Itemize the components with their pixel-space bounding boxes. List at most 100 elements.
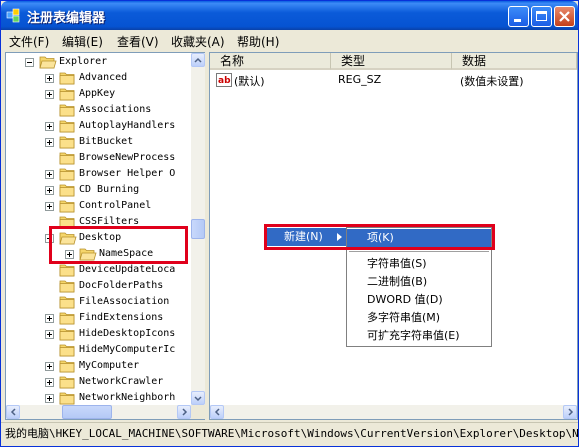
expand-icon[interactable] [45,314,54,323]
scroll-left-button[interactable] [6,405,20,419]
expand-icon[interactable] [45,122,54,131]
tree-item-label: BitBucket [79,136,134,147]
chevron-up-icon [194,57,202,63]
folder-icon [59,135,77,149]
menu-edit[interactable]: 编辑(E) [62,33,103,50]
expand-icon[interactable] [45,170,54,179]
folder-icon [59,359,77,373]
tree-item-label: Advanced [79,72,128,83]
tree-item[interactable]: DocFolderPaths [6,278,191,294]
tree-item-label: FileAssociation [79,296,170,307]
minimize-button[interactable] [508,6,529,27]
tree-item-label: AppKey [79,88,116,99]
column-name-header[interactable]: 名称 [210,53,331,70]
expand-icon[interactable] [45,74,54,83]
tree-item[interactable]: HideMyComputerIc [6,342,191,358]
tree-vertical-scrollbar[interactable] [191,53,205,405]
folder-icon [59,199,77,213]
menu-file[interactable]: 文件(F) [9,33,49,50]
expand-icon[interactable] [45,362,54,371]
window-title: 注册表编辑器 [27,11,106,26]
expand-icon[interactable] [45,394,54,403]
expand-icon[interactable] [45,202,54,211]
tree-item[interactable]: MyComputer [6,358,191,374]
tree-item[interactable]: HideDesktopIcons [6,326,191,342]
tree-item-label: FindExtensions [79,312,164,323]
submenu-string-value[interactable]: 字符串值(S) [347,255,427,273]
tree-horizontal-scrollbar[interactable] [6,405,191,419]
list-scroll-right-button[interactable] [563,405,577,419]
tree-item-label: Browser Helper O [79,168,176,179]
tree-scroll-thumb[interactable] [191,219,205,239]
folder-icon [59,263,77,277]
tree-hscroll-thumb[interactable] [62,405,112,419]
folder-icon [39,55,57,69]
folder-icon [59,375,77,389]
menu-help[interactable]: 帮助(H) [237,33,279,50]
highlight-box-menu [264,224,495,250]
maximize-button[interactable] [531,6,552,27]
tree-item[interactable]: FindExtensions [6,310,191,326]
tree-item[interactable]: DeviceUpdateLoca [6,262,191,278]
tree-item-label: BrowseNewProcess [79,152,176,163]
value-name[interactable]: (默认) [234,73,265,89]
tree-item[interactable]: NetworkNeighborh [6,390,191,406]
tree-item-label: Explorer [59,56,108,67]
tree-item[interactable]: AppKey [6,86,191,102]
expand-icon[interactable] [45,90,54,99]
folder-icon [59,327,77,341]
folder-icon [59,119,77,133]
folder-icon [59,151,77,165]
submenu-binary-value[interactable]: 二进制值(B) [347,273,427,291]
title-bar[interactable]: 注册表编辑器 [1,1,578,30]
folder-icon [59,343,77,357]
tree-item[interactable]: Explorer [6,54,191,70]
tree-item-label: NetworkCrawler [79,376,164,387]
folder-icon [59,103,77,117]
expand-icon[interactable] [45,330,54,339]
menu-favorites[interactable]: 收藏夹(A) [171,33,225,50]
tree-item[interactable]: AutoplayHandlers [6,118,191,134]
folder-icon [59,391,77,405]
tree-item[interactable]: NetworkCrawler [6,374,191,390]
collapse-icon[interactable] [25,58,34,67]
chevron-down-icon [194,396,202,402]
chevron-right-icon [182,408,188,416]
column-type-header[interactable]: 类型 [331,53,452,70]
tree-item[interactable]: BrowseNewProcess [6,150,191,166]
tree-item[interactable]: BitBucket [6,134,191,150]
tree-item[interactable]: FileAssociation [6,294,191,310]
tree-item-label: CD Burning [79,184,140,195]
tree-item[interactable]: Browser Helper O [6,166,191,182]
submenu-expandable-string-value[interactable]: 可扩充字符串值(E) [347,327,460,345]
list-scroll-left-button[interactable] [210,405,224,419]
tree-item[interactable]: CD Burning [6,182,191,198]
scroll-right-button[interactable] [177,405,191,419]
chevron-left-icon [214,408,220,416]
expand-icon[interactable] [45,138,54,147]
folder-icon [59,87,77,101]
maximize-icon [536,11,547,21]
submenu-dword-value[interactable]: DWORD 值(D) [347,291,443,309]
regedit-app-icon [6,8,20,23]
expand-icon[interactable] [45,186,54,195]
folder-icon [59,71,77,85]
menu-bar: 文件(F) 编辑(E) 查看(V) 收藏夹(A) 帮助(H) [1,30,578,50]
folder-icon [59,183,77,197]
close-icon [559,11,570,22]
minimize-icon [514,19,521,22]
tree-item-label: DeviceUpdateLoca [79,264,176,275]
folder-icon [59,295,77,309]
expand-icon[interactable] [45,378,54,387]
tree-item[interactable]: ControlPanel [6,198,191,214]
scroll-down-button[interactable] [191,391,205,405]
menu-view[interactable]: 查看(V) [117,33,159,50]
ab-icon: ab [216,73,232,87]
tree-item[interactable]: Associations [6,102,191,118]
list-horizontal-scrollbar[interactable] [210,405,577,419]
scroll-up-button[interactable] [191,53,205,67]
submenu-multi-string-value[interactable]: 多字符串值(M) [347,309,440,327]
column-data-header[interactable]: 数据 [452,53,577,70]
tree-item[interactable]: Advanced [6,70,191,86]
close-button[interactable] [554,6,575,27]
